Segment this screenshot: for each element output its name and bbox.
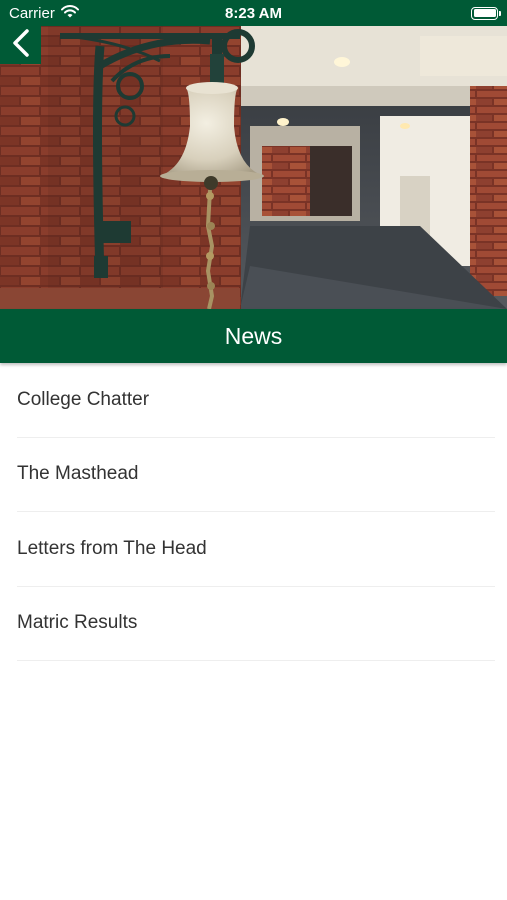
news-item-label: The Masthead bbox=[17, 463, 139, 485]
page-title-bar: News bbox=[0, 309, 507, 363]
chevron-left-icon bbox=[10, 28, 32, 63]
hero-image bbox=[0, 26, 507, 309]
bell-on-brick-wall-photo bbox=[0, 26, 507, 309]
page-title: News bbox=[224, 322, 283, 349]
news-item-letters-from-the-head[interactable]: Letters from The Head bbox=[17, 512, 495, 587]
carrier-label: Carrier bbox=[9, 4, 55, 22]
news-item-label: Matric Results bbox=[17, 612, 138, 634]
back-button[interactable] bbox=[0, 26, 41, 64]
news-item-label: College Chatter bbox=[17, 388, 150, 410]
wifi-icon bbox=[60, 4, 79, 22]
status-left: Carrier bbox=[9, 5, 79, 22]
news-item-the-masthead[interactable]: The Masthead bbox=[17, 438, 495, 512]
news-item-matric-results[interactable]: Matric Results bbox=[17, 587, 495, 661]
battery-full-icon bbox=[471, 6, 501, 20]
news-item-label: Letters from The Head bbox=[17, 537, 207, 559]
news-item-college-chatter[interactable]: College Chatter bbox=[17, 363, 495, 438]
status-bar: Carrier 8:23 AM bbox=[0, 0, 507, 26]
news-list: College Chatter The Masthead Letters fro… bbox=[0, 363, 507, 661]
